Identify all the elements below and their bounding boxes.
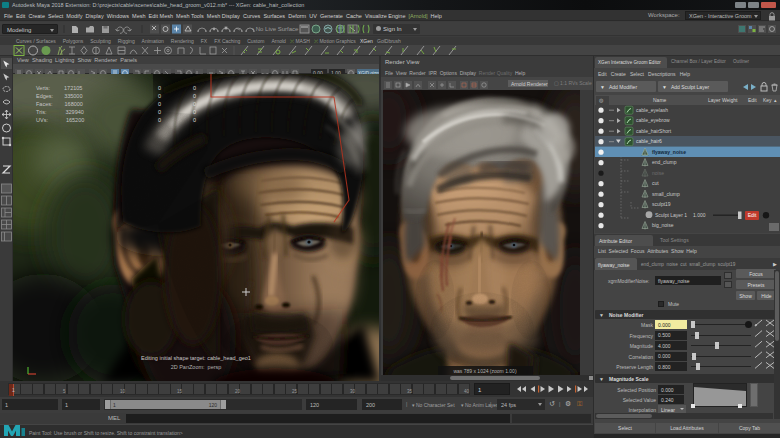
svg-text:was 789 x 1024 (zoom 1.00): was 789 x 1024 (zoom 1.00) bbox=[453, 368, 516, 374]
